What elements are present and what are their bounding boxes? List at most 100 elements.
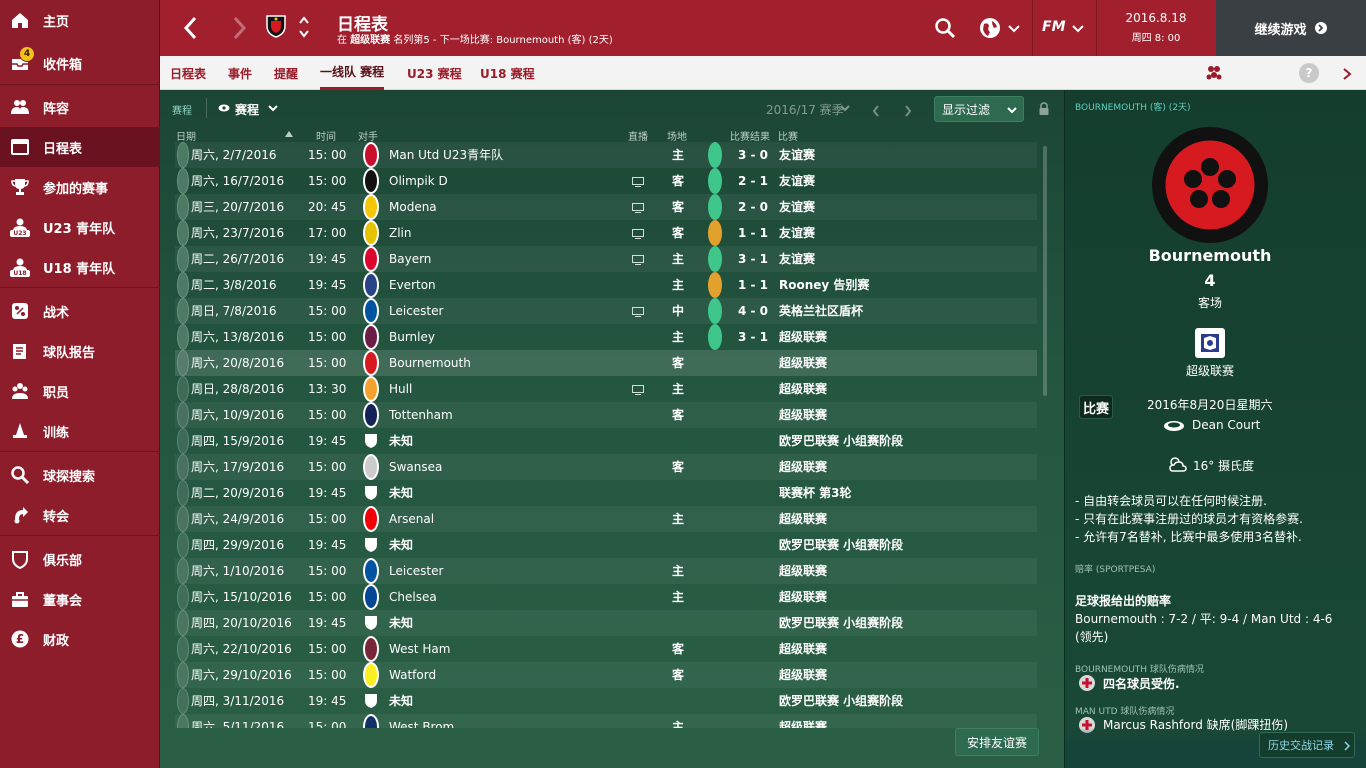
- fixture-row[interactable]: 周六, 5/11/2016 15: 00 West Brom 主 超级联赛: [175, 714, 1037, 728]
- continue-button[interactable]: 继续游戏: [1216, 0, 1366, 56]
- sidebar-item-club[interactable]: 俱乐部: [0, 539, 160, 579]
- world-menu-button[interactable]: [978, 14, 1026, 42]
- fixture-competition[interactable]: 英格兰社区盾杯: [779, 298, 863, 324]
- fixture-opponent[interactable]: Man Utd U23青年队: [389, 142, 503, 168]
- sidebar-item-search[interactable]: 球探搜索: [0, 455, 160, 495]
- column-header-date[interactable]: 日期: [176, 128, 196, 143]
- subtitle-league-link[interactable]: 超级联赛: [350, 35, 390, 46]
- opponent-crest[interactable]: [1150, 125, 1270, 245]
- sidebar-item-trophy[interactable]: 参加的赛事: [0, 167, 160, 207]
- sidebar-item-home[interactable]: 主页: [0, 0, 160, 40]
- fixture-opponent[interactable]: Arsenal: [389, 506, 434, 532]
- fixture-opponent[interactable]: Olimpik D: [389, 168, 448, 194]
- fixture-row[interactable]: 周六, 2/7/2016 15: 00 Man Utd U23青年队 主 3 - 0 友谊…: [175, 142, 1037, 168]
- sidebar-item-squad[interactable]: 阵容: [0, 87, 160, 127]
- history-button[interactable]: 历史交战记录: [1259, 732, 1355, 758]
- help-button[interactable]: ?: [1299, 63, 1319, 83]
- fixture-row[interactable]: 周六, 13/8/2016 15: 00 Burnley 主 3 - 1 超级联赛: [175, 324, 1037, 350]
- fixture-competition[interactable]: 超级联赛: [779, 402, 827, 428]
- fixture-score[interactable]: 1 - 1: [738, 272, 768, 298]
- fixture-opponent[interactable]: West Ham: [389, 636, 450, 662]
- fixture-competition[interactable]: 欧罗巴联赛 小组赛阶段: [779, 688, 903, 714]
- fixture-competition[interactable]: 超级联赛: [779, 558, 827, 584]
- fixture-score[interactable]: 3 - 1: [738, 246, 768, 272]
- fixture-row[interactable]: 周六, 29/10/2016 15: 00 Watford 客 超级联赛: [175, 662, 1037, 688]
- fixture-opponent[interactable]: 未知: [389, 428, 413, 454]
- fixture-opponent[interactable]: Hull: [389, 376, 412, 402]
- fixture-opponent[interactable]: 未知: [389, 610, 413, 636]
- fixture-score[interactable]: 2 - 1: [738, 168, 768, 194]
- tab-schedule[interactable]: 日程表: [170, 56, 206, 90]
- fixture-competition[interactable]: 友谊赛: [779, 142, 815, 168]
- fixture-row[interactable]: 周六, 10/9/2016 15: 00 Tottenham 客 超级联赛: [175, 402, 1037, 428]
- tab-u23[interactable]: U23 赛程: [407, 56, 462, 90]
- fixture-row[interactable]: 周四, 15/9/2016 19: 45 未知 欧罗巴联赛 小组赛阶段: [175, 428, 1037, 454]
- sidebar-item-report[interactable]: 球队报告: [0, 331, 160, 371]
- fixture-competition[interactable]: 联赛杯 第3轮: [779, 480, 852, 506]
- column-header-competition[interactable]: 比赛: [778, 128, 798, 143]
- fixture-opponent[interactable]: West Brom: [389, 714, 454, 728]
- fixture-row[interactable]: 周四, 29/9/2016 19: 45 未知 欧罗巴联赛 小组赛阶段: [175, 532, 1037, 558]
- fixture-competition[interactable]: 超级联赛: [779, 584, 827, 610]
- fixture-row[interactable]: 周二, 26/7/2016 19: 45 Bayern 主 3 - 1 友谊赛: [175, 246, 1037, 272]
- fixture-competition[interactable]: 超级联赛: [779, 662, 827, 688]
- fixture-row[interactable]: 周六, 16/7/2016 15: 00 Olimpik D 客 2 - 1 友谊赛: [175, 168, 1037, 194]
- view-dropdown[interactable]: 赛程: [218, 98, 282, 118]
- season-dropdown[interactable]: 2016/17 赛季: [758, 98, 854, 118]
- fixture-opponent[interactable]: Chelsea: [389, 584, 437, 610]
- fm-menu-button[interactable]: FM: [1040, 14, 1090, 42]
- fixture-score[interactable]: 2 - 0: [738, 194, 768, 220]
- fixture-competition[interactable]: 超级联赛: [779, 636, 827, 662]
- fixture-row[interactable]: 周六, 1/10/2016 15: 00 Leicester 主 超级联赛: [175, 558, 1037, 584]
- fixture-opponent[interactable]: Leicester: [389, 298, 443, 324]
- sidebar-item-transfer[interactable]: 转会: [0, 495, 160, 535]
- fixture-opponent[interactable]: Modena: [389, 194, 437, 220]
- fixture-opponent[interactable]: 未知: [389, 532, 413, 558]
- column-header-venue[interactable]: 场地: [667, 128, 687, 143]
- season-prev-button[interactable]: [872, 102, 880, 121]
- column-header-result[interactable]: 比赛结果: [730, 128, 770, 143]
- fixture-opponent[interactable]: 未知: [389, 480, 413, 506]
- club-crest[interactable]: [266, 14, 286, 38]
- tab-reminders[interactable]: 提醒: [274, 56, 298, 90]
- tab-events[interactable]: 事件: [228, 56, 252, 90]
- sidebar-item-board[interactable]: 董事会: [0, 579, 160, 619]
- fixture-row[interactable]: 周六, 22/10/2016 15: 00 West Ham 客 超级联赛: [175, 636, 1037, 662]
- fixture-row[interactable]: 周四, 3/11/2016 19: 45 未知 欧罗巴联赛 小组赛阶段: [175, 688, 1037, 714]
- fixture-opponent[interactable]: Bournemouth: [389, 350, 471, 376]
- scrollbar-thumb[interactable]: [1043, 146, 1047, 396]
- fixture-row[interactable]: 周二, 20/9/2016 19: 45 未知 联赛杯 第3轮: [175, 480, 1037, 506]
- fixture-opponent[interactable]: Swansea: [389, 454, 442, 480]
- fixture-row[interactable]: 周日, 28/8/2016 13: 30 Hull 主 超级联赛: [175, 376, 1037, 402]
- fixture-competition[interactable]: 友谊赛: [779, 246, 815, 272]
- fixture-competition[interactable]: 超级联赛: [779, 454, 827, 480]
- fixture-row[interactable]: 周二, 3/8/2016 19: 45 Everton 主 1 - 1 Rooney 告别…: [175, 272, 1037, 298]
- fixture-score[interactable]: 1 - 1: [738, 220, 768, 246]
- arrange-friendly-button[interactable]: 安排友谊赛: [955, 728, 1039, 756]
- club-switch-arrows[interactable]: [298, 14, 310, 40]
- sidebar-item-tactics[interactable]: 战术: [0, 291, 160, 331]
- fixture-competition[interactable]: 超级联赛: [779, 714, 827, 728]
- fixture-competition[interactable]: Rooney 告别赛: [779, 272, 869, 298]
- fixture-row[interactable]: 周六, 23/7/2016 17: 00 Zlin 客 1 - 1 友谊赛: [175, 220, 1037, 246]
- fixture-competition[interactable]: 超级联赛: [779, 324, 827, 350]
- lock-icon[interactable]: [1038, 102, 1050, 116]
- sidebar-item-finance[interactable]: £ 财政: [0, 619, 160, 659]
- fixture-score[interactable]: 4 - 0: [738, 298, 768, 324]
- sidebar-item-staff[interactable]: 职员: [0, 371, 160, 411]
- column-header-tv[interactable]: 直播: [628, 128, 648, 143]
- fixture-opponent[interactable]: Everton: [389, 272, 436, 298]
- fixture-competition[interactable]: 友谊赛: [779, 168, 815, 194]
- collapse-button[interactable]: [1340, 66, 1354, 80]
- forward-button[interactable]: [228, 14, 250, 42]
- sidebar-item-training[interactable]: 训练: [0, 411, 160, 451]
- fixture-competition[interactable]: 欧罗巴联赛 小组赛阶段: [779, 610, 903, 636]
- fixture-opponent[interactable]: 未知: [389, 688, 413, 714]
- fixture-opponent[interactable]: Bayern: [389, 246, 431, 272]
- fixture-row[interactable]: 周六, 24/9/2016 15: 00 Arsenal 主 超级联赛: [175, 506, 1037, 532]
- back-button[interactable]: [180, 14, 202, 42]
- fixture-row[interactable]: 周日, 7/8/2016 15: 00 Leicester 中 4 - 0 英格兰社区盾杯: [175, 298, 1037, 324]
- fixture-opponent[interactable]: Burnley: [389, 324, 435, 350]
- fixture-row[interactable]: 周六, 20/8/2016 15: 00 Bournemouth 客 超级联赛: [175, 350, 1037, 376]
- fixture-score[interactable]: 3 - 1: [738, 324, 768, 350]
